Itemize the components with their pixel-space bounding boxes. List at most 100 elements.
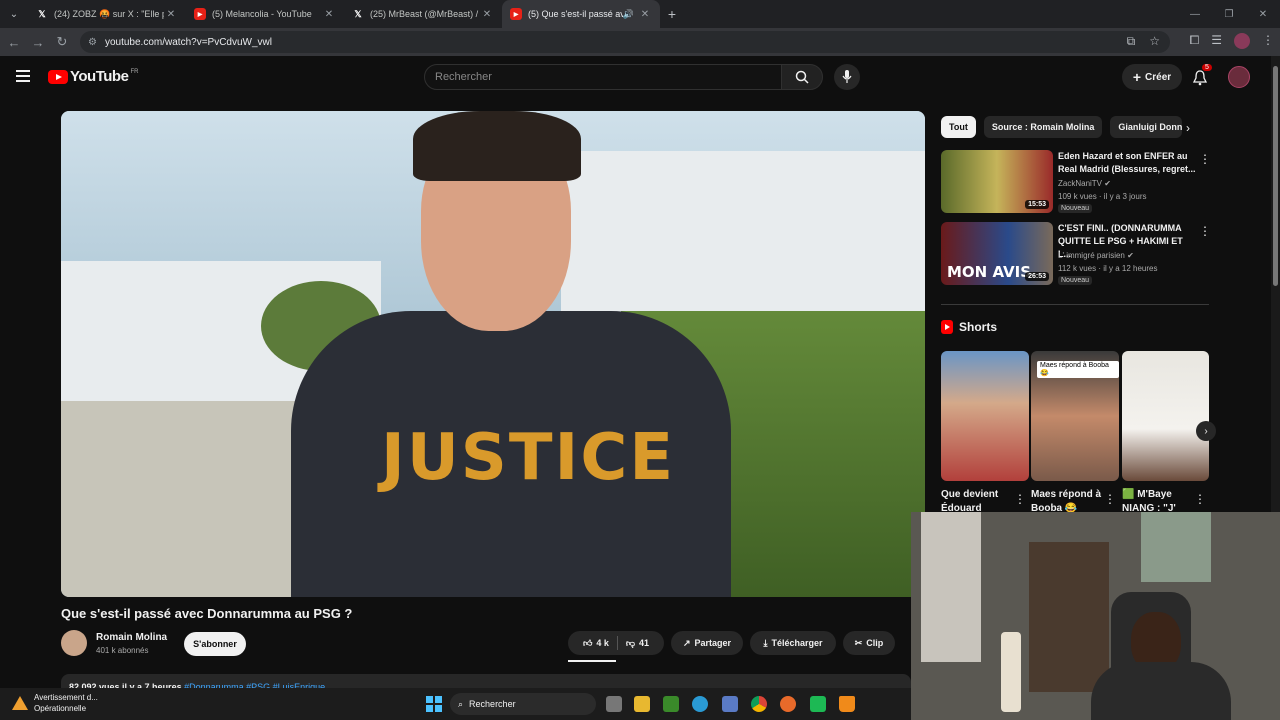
chevron-right-icon[interactable]: ›	[1186, 121, 1190, 135]
share-button[interactable]: ↗ Partager	[671, 631, 743, 655]
youtube-logo[interactable]: YouTube FR	[48, 68, 138, 85]
windows-taskbar: Avertissement d... Opérationnelle ⌕ Rech…	[0, 688, 911, 720]
tab-search-icon[interactable]: ⌄	[0, 0, 28, 28]
rec-thumbnail[interactable]: 15:53	[941, 150, 1053, 213]
profile-avatar[interactable]	[1234, 33, 1250, 49]
system-warning[interactable]: Avertissement d... Opérationnelle	[12, 692, 98, 714]
clip-button[interactable]: ✂ Clip	[843, 631, 895, 655]
task-view-icon[interactable]	[606, 696, 622, 712]
channel-avatar[interactable]	[61, 630, 87, 656]
youtube-play-icon	[48, 69, 68, 84]
browser-tab-4-active[interactable]: ▶ (5) Que s'est-il passé avec D 🔊 ✕	[502, 0, 660, 28]
browser-tab-1[interactable]: 𝕏 (24) ZOBZ 🤬 sur X : "Elle pren ✕	[28, 0, 186, 28]
video-title: Que s'est-il passé avec Donnarumma au PS…	[61, 606, 353, 621]
channel-name[interactable]: Romain Molina	[96, 632, 167, 643]
firefox-icon[interactable]	[780, 696, 796, 712]
chrome-icon[interactable]	[751, 696, 767, 712]
x-icon: 𝕏	[38, 8, 46, 19]
chip-tout[interactable]: Tout	[941, 116, 976, 138]
forward-icon[interactable]: →	[26, 35, 50, 50]
close-icon[interactable]: ✕	[322, 9, 336, 20]
scrollbar-thumb[interactable]	[1273, 66, 1278, 286]
more-options-icon[interactable]: ⋮	[1014, 492, 1026, 506]
search-button[interactable]	[781, 64, 823, 90]
vlc-icon[interactable]	[839, 696, 855, 712]
minimize-icon[interactable]: —	[1178, 0, 1212, 28]
close-window-icon[interactable]: ✕	[1246, 0, 1280, 28]
tab-title: (5) Que s'est-il passé avec D	[528, 9, 623, 19]
recommendation-item[interactable]: 15:53 Eden Hazard et son ENFER au Real M…	[941, 150, 1211, 216]
more-options-icon[interactable]: ⋮	[1194, 492, 1206, 506]
scissors-icon: ✂	[854, 637, 863, 648]
create-label: Créer	[1145, 71, 1172, 83]
video-player[interactable]: JUSTICE	[61, 111, 925, 597]
plus-icon: +	[1132, 69, 1142, 85]
bell-icon	[1193, 70, 1207, 86]
chip-source[interactable]: Source : Romain Molina	[983, 116, 1103, 138]
recommendation-item[interactable]: MON AVIS 26:53 C'EST FINI.. (DONNARUMMA …	[941, 222, 1211, 288]
youtube-icon: ▶	[194, 8, 206, 20]
chip-gianluigi[interactable]: Gianluigi Donn	[1110, 116, 1183, 138]
speaker-icon[interactable]: 🔊	[623, 9, 634, 20]
site-info-icon[interactable]: ⚙	[88, 37, 97, 48]
warning-sub: Opérationnelle	[34, 704, 87, 713]
more-options-icon[interactable]: ⋮	[1199, 152, 1211, 166]
hamburger-menu-icon[interactable]	[16, 70, 30, 85]
short-thumbnail[interactable]: Maes répond à Booba 😂	[1031, 351, 1119, 481]
voice-search-button[interactable]	[834, 64, 860, 90]
nvidia-icon[interactable]	[663, 696, 679, 712]
short-title[interactable]: Maes répond à Booba 😂	[1031, 488, 1103, 514]
reload-icon[interactable]: ↻	[50, 34, 74, 50]
rec-thumbnail[interactable]: MON AVIS 26:53	[941, 222, 1053, 285]
menu-kebab-icon[interactable]: ⋮	[1262, 33, 1274, 49]
rec-channel: ZackNaniTV ✔	[1058, 179, 1111, 188]
rec-title: Eden Hazard et son ENFER au Real Madrid …	[1058, 151, 1196, 174]
reading-list-icon[interactable]: ☰	[1211, 33, 1222, 49]
close-icon[interactable]: ✕	[638, 9, 652, 20]
short-title[interactable]: Que devient Édouard	[941, 488, 1013, 514]
search-input[interactable]: Rechercher	[424, 64, 782, 90]
spotify-icon[interactable]	[810, 696, 826, 712]
share-label: Partager	[694, 638, 732, 648]
browser-tab-strip: ⌄ 𝕏 (24) ZOBZ 🤬 sur X : "Elle pren ✕ ▶ (…	[0, 0, 1280, 28]
extensions-icon[interactable]: ⧠	[1190, 33, 1200, 49]
browser-tab-3[interactable]: 𝕏 (25) MrBeast (@MrBeast) / X ✕	[344, 0, 502, 28]
back-icon[interactable]: ←	[2, 35, 26, 50]
cast-icon[interactable]: ⧉	[1127, 34, 1136, 49]
edge-icon[interactable]	[692, 696, 708, 712]
windows-start-icon[interactable]	[426, 696, 442, 712]
address-bar-row: ← → ↻ ⚙ youtube.com/watch?v=PvCdvuW_vwl …	[0, 28, 1280, 56]
subscriber-count: 401 k abonnés	[96, 646, 149, 655]
more-options-icon[interactable]: ⋮	[1199, 224, 1211, 238]
file-explorer-icon[interactable]	[634, 696, 650, 712]
close-icon[interactable]: ✕	[164, 9, 178, 20]
browser-tab-2[interactable]: ▶ (5) Melancolia - YouTube ✕	[186, 0, 344, 28]
subscribe-button[interactable]: S'abonner	[184, 632, 246, 656]
create-button[interactable]: + Créer	[1122, 64, 1182, 90]
dislike-button[interactable]: 👎︎ 41	[626, 638, 649, 649]
microphone-icon	[842, 70, 852, 83]
close-icon[interactable]: ✕	[480, 9, 494, 20]
short-thumbnail[interactable]	[1122, 351, 1209, 481]
notifications-button[interactable]: 5	[1190, 64, 1212, 88]
short-thumbnail[interactable]	[941, 351, 1029, 481]
download-button[interactable]: ⤓ Télécharger	[750, 631, 836, 655]
like-count: 4 k	[596, 638, 609, 648]
tab-title: (24) ZOBZ 🤬 sur X : "Elle pren	[54, 8, 164, 19]
url-field[interactable]: ⚙ youtube.com/watch?v=PvCdvuW_vwl ⧉ ☆	[80, 31, 1170, 53]
thumb-text: MON AVIS	[947, 263, 1032, 281]
shorts-next-icon[interactable]: ›	[1196, 421, 1216, 441]
short-title[interactable]: 🟩 M'Baye NIANG : "J'	[1122, 488, 1194, 514]
more-options-icon[interactable]: ⋮	[1104, 492, 1116, 506]
user-avatar[interactable]	[1228, 66, 1250, 88]
taskbar-search[interactable]: ⌕ Rechercher	[450, 693, 596, 715]
duration-badge: 15:53	[1025, 200, 1049, 209]
youtube-header: YouTube FR Rechercher + Créer 5	[0, 56, 1270, 98]
store-icon[interactable]	[722, 696, 738, 712]
bookmark-star-icon[interactable]: ☆	[1149, 34, 1160, 49]
divider	[941, 304, 1209, 305]
like-button[interactable]: 👍︎ 4 k	[583, 638, 609, 649]
maximize-icon[interactable]: ❐	[1212, 0, 1246, 28]
thumbs-up-icon: 👍︎	[582, 637, 593, 648]
new-tab-button[interactable]: +	[660, 6, 684, 22]
